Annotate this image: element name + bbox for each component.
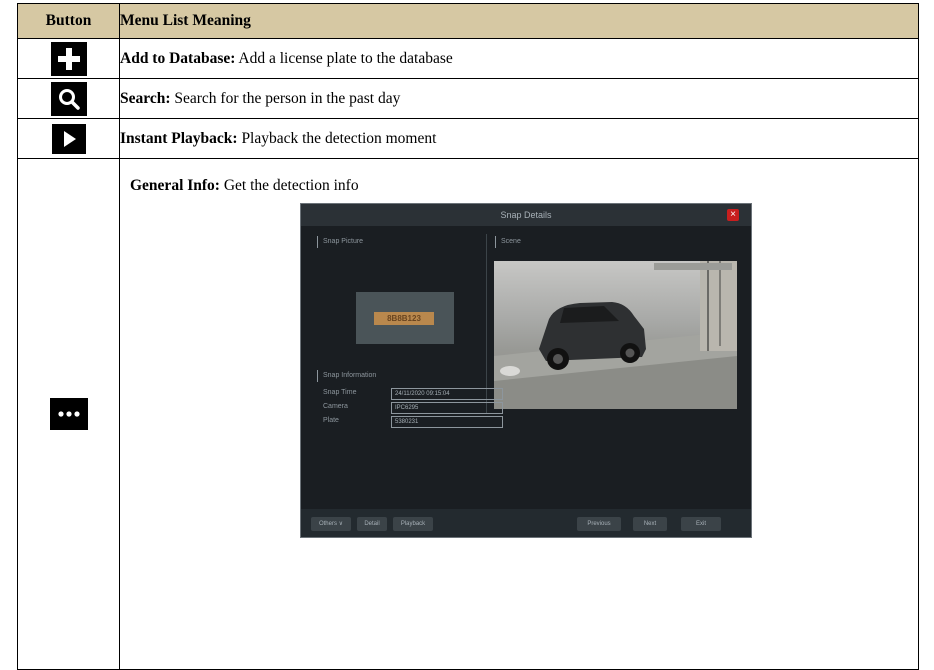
exit-button[interactable]: Exit	[681, 517, 721, 531]
search-icon	[50, 81, 87, 116]
header-meaning: Menu List Meaning	[119, 3, 919, 39]
button-cell	[17, 118, 120, 159]
next-button[interactable]: Next	[633, 517, 667, 531]
term-desc: Playback the detection moment	[237, 129, 437, 147]
term-desc: Get the detection info	[219, 177, 359, 194]
snap-details-title: Snap Details	[301, 204, 751, 226]
table-row: Instant Playback: Playback the detection…	[17, 118, 919, 159]
info-label: Plate	[323, 417, 339, 424]
scene-label: Scene	[495, 236, 521, 248]
info-value: IPC6295	[391, 402, 503, 414]
info-value: 24/11/2020 09:15:04	[391, 388, 503, 400]
term-desc: Search for the person in the past day	[170, 89, 401, 107]
meaning-cell: General Info: Get the detection info Sna…	[119, 158, 919, 670]
button-cell	[17, 78, 120, 119]
scene-image	[494, 261, 737, 409]
button-menu-table: Button Menu List Meaning Add to Database…	[17, 3, 919, 670]
snap-info-label: Snap Information	[316, 370, 377, 382]
play-icon	[51, 123, 86, 154]
info-value: 5380231	[391, 416, 503, 428]
table-row: Search: Search for the person in the pas…	[17, 78, 919, 119]
term-label: General Info:	[130, 177, 220, 194]
term-label: Instant Playback:	[120, 129, 238, 147]
snap-picture-label: Snap Picture	[316, 236, 364, 248]
term-label: Search:	[120, 89, 171, 107]
meaning-cell: Search: Search for the person in the pas…	[119, 78, 919, 119]
detail-button[interactable]: Detail	[357, 517, 387, 531]
previous-button[interactable]: Previous	[577, 517, 621, 531]
panel-divider	[486, 234, 487, 414]
plate-text: 8B8B123	[374, 312, 434, 325]
plate-snapshot: 8B8B123	[356, 292, 454, 344]
term-label: Add to Database:	[120, 49, 236, 67]
snap-details-screenshot: Snap Details × Snap Picture Scene 8B8B12…	[300, 203, 752, 538]
plus-icon	[50, 41, 87, 76]
table-row: General Info: Get the detection info Sna…	[17, 158, 919, 670]
button-cell	[17, 38, 120, 79]
table-row: Add to Database: Add a license plate to …	[17, 38, 919, 79]
info-label: Snap Time	[323, 389, 357, 396]
playback-button[interactable]: Playback	[393, 517, 433, 531]
others-button[interactable]: Others ∨	[311, 517, 351, 531]
meaning-cell: Add to Database: Add a license plate to …	[119, 38, 919, 79]
info-label: Camera	[323, 403, 348, 410]
table-header-row: Button Menu List Meaning	[17, 3, 919, 39]
button-cell	[17, 158, 120, 670]
more-dots-icon	[49, 398, 88, 430]
term-desc: Add a license plate to the database	[235, 49, 453, 67]
snap-details-footer: Others ∨ Detail Playback Previous Next E…	[301, 509, 751, 537]
general-info-line: General Info: Get the detection info	[130, 177, 359, 195]
close-icon: ×	[727, 209, 739, 221]
meaning-cell: Instant Playback: Playback the detection…	[119, 118, 919, 159]
header-button: Button	[17, 3, 120, 39]
